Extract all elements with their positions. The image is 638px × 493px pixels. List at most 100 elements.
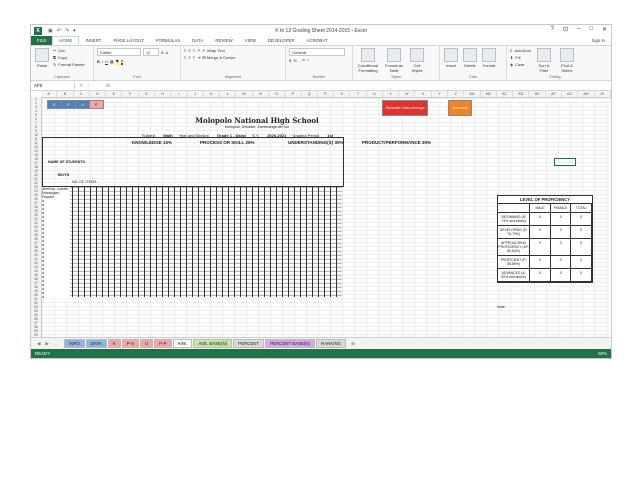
align-right-icon[interactable]: ≡ (193, 55, 195, 60)
column-header[interactable]: F (122, 91, 139, 97)
bold-button[interactable]: B (97, 59, 100, 64)
column-header[interactable]: AC (497, 91, 514, 97)
column-header[interactable]: Y (432, 91, 449, 97)
find-select-button[interactable]: Find & Select (557, 48, 577, 74)
tab-view[interactable]: VIEW (239, 36, 262, 45)
column-header[interactable]: G (139, 91, 155, 97)
sheet-tab[interactable]: P-P (154, 339, 172, 348)
font-color-icon[interactable]: A (120, 58, 124, 65)
italic-button[interactable]: I (102, 59, 103, 64)
merge-center-button[interactable]: ⊞ Merge & Center (202, 55, 235, 60)
tab-insert[interactable]: INSERT (79, 36, 107, 45)
grade-data-grid[interactable] (42, 187, 342, 297)
sheet-tab[interactable]: K (107, 339, 121, 348)
generate-average-button[interactable]: Generate Class Average (382, 100, 428, 116)
column-header[interactable]: AD (513, 91, 530, 97)
clear-button[interactable]: ◈ Clear (510, 62, 531, 67)
underline-button[interactable]: U (105, 59, 108, 64)
zoom-level[interactable]: 60% (598, 351, 607, 356)
prev-sheet-icon[interactable]: ◀ (37, 341, 40, 347)
align-bottom-icon[interactable]: ≡ (193, 48, 195, 53)
selected-cell[interactable] (554, 158, 576, 166)
column-header[interactable]: E (106, 91, 123, 97)
autosum-button[interactable]: Σ AutoSum (510, 48, 531, 53)
format-button[interactable]: Format (481, 48, 497, 74)
column-header[interactable]: N (253, 91, 269, 97)
maximize-icon[interactable]: □ (589, 26, 593, 33)
tab-file[interactable]: FILE (31, 36, 53, 45)
sheet-tab[interactable]: DATA (85, 339, 107, 348)
sort-filter-button[interactable]: Sort & Filter (534, 48, 554, 74)
format-painter-button[interactable]: ✎ Format Painter (53, 62, 85, 67)
next-sheet-icon[interactable]: ▶ (45, 341, 48, 347)
column-header[interactable]: P (285, 91, 302, 97)
column-header[interactable]: I (171, 91, 188, 97)
sheet-tab[interactable]: PERCENT BASE(N) (265, 339, 316, 348)
sign-in-link[interactable]: Sign in (592, 36, 611, 45)
column-header[interactable]: AI (595, 91, 611, 97)
font-name-select[interactable]: Calibri (97, 48, 141, 56)
u-button[interactable]: U (75, 100, 90, 109)
align-center-icon[interactable]: ≡ (188, 55, 190, 60)
fill-color-icon[interactable]: ◆ (115, 58, 119, 65)
column-header[interactable]: AA (464, 91, 481, 97)
insert-button[interactable]: Insert (443, 48, 459, 74)
tab-acrobat[interactable]: ACROBAT (301, 36, 334, 45)
font-size-select[interactable]: 11 (143, 48, 159, 56)
currency-button[interactable]: $ (289, 58, 291, 63)
indent-icon[interactable]: ⇥ (197, 55, 200, 60)
tab-home[interactable]: HOME (52, 36, 80, 45)
fx-icon[interactable]: fx (106, 83, 109, 88)
column-header[interactable]: S (334, 91, 351, 97)
column-header[interactable]: V (383, 91, 400, 97)
number-format-select[interactable]: General (289, 48, 345, 56)
column-header[interactable]: AF (546, 91, 562, 97)
grow-font-icon[interactable]: A (161, 50, 164, 55)
save-icon[interactable]: ▣ (48, 28, 53, 34)
redo-icon[interactable]: ↷ (65, 28, 69, 34)
cut-button[interactable]: ✂ Cut (53, 48, 85, 53)
name-box[interactable]: AF8 (31, 82, 75, 89)
wrap-text-button[interactable]: ↵ Wrap Text (202, 48, 224, 53)
customize-icon[interactable]: ▾ (73, 28, 76, 34)
column-header[interactable]: AG (562, 91, 579, 97)
tab-formulas[interactable]: FORMULAS (150, 36, 186, 45)
column-header[interactable]: O (269, 91, 286, 97)
sheet-tab[interactable]: U (140, 339, 154, 348)
column-header[interactable]: U (367, 91, 383, 97)
enter-icon[interactable]: ✓ (87, 83, 91, 89)
increase-decimal-icon[interactable]: ⁰⁰ (302, 58, 305, 63)
column-header[interactable]: Q (302, 91, 318, 97)
fill-button[interactable]: ⬇ Fill (510, 55, 531, 60)
sheet-tab[interactable]: AVE. (172, 339, 193, 348)
column-header[interactable]: X (415, 91, 432, 97)
column-header[interactable]: D (90, 91, 107, 97)
p-button-2[interactable]: P (89, 100, 104, 109)
comma-icon[interactable]: , (299, 58, 300, 63)
tab-data[interactable]: DATA (186, 36, 209, 45)
tab-page-layout[interactable]: PAGE LAYOUT (108, 36, 150, 45)
close-icon[interactable]: ✕ (602, 26, 607, 33)
ribbon-display-icon[interactable]: ⊡ (563, 26, 568, 33)
cancel-icon[interactable]: ✕ (79, 83, 83, 89)
worksheet[interactable]: A B C D E F G H I J K L M N O P Q R S T U V W X Y Z AA AB AC AD AE AF AG… (31, 91, 611, 341)
sheet-tab[interactable]: RANKING (316, 339, 347, 348)
decrease-decimal-icon[interactable]: ⁰ (307, 58, 309, 63)
k-button[interactable]: K (47, 100, 62, 109)
column-header[interactable]: H (155, 91, 172, 97)
column-header[interactable]: K (204, 91, 221, 97)
column-header[interactable]: AB (481, 91, 497, 97)
more-sheets-icon[interactable]: … (54, 341, 58, 347)
new-sheet-icon[interactable]: ⊕ (351, 341, 355, 347)
summary-button[interactable]: Summary (448, 100, 472, 116)
align-middle-icon[interactable]: ≡ (188, 48, 190, 53)
align-top-icon[interactable]: ≡ (184, 48, 186, 53)
undo-icon[interactable]: ↶ (57, 28, 61, 34)
sheet-tab[interactable]: INFO (64, 339, 85, 348)
column-header[interactable]: A (41, 91, 58, 97)
column-header[interactable]: W (399, 91, 416, 97)
paste-button[interactable]: Paste (34, 48, 50, 74)
orientation-icon[interactable]: ↗ (197, 48, 200, 53)
help-icon[interactable]: ? (551, 26, 554, 33)
sheet-tab[interactable]: P-S (121, 339, 139, 348)
